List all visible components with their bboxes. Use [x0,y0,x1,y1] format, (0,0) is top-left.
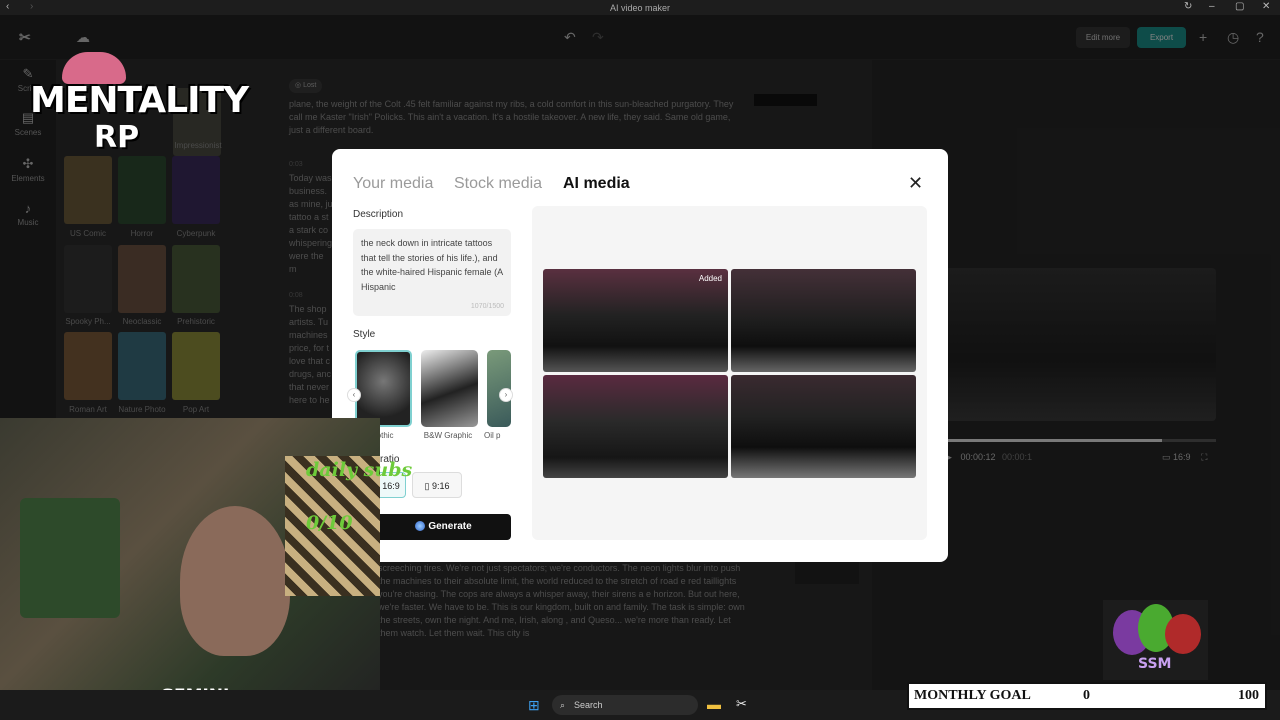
maximize-icon[interactable]: ▢ [1235,1,1244,12]
description-textarea[interactable]: the neck down in intricate tattoos that … [353,229,511,316]
ssm-logo: SSM [1103,600,1208,680]
tab-stock-media[interactable]: Stock media [454,175,542,193]
search-icon: ⌕ [560,700,566,710]
style-card-gothic[interactable] [355,350,412,427]
goal-label: MONTHLY GOAL [914,688,1031,703]
char-count: 1070/1500 [470,303,504,310]
file-explorer-icon[interactable]: ▬ [707,696,721,712]
streamer-head [180,506,290,656]
style-next-icon[interactable]: › [499,388,513,402]
goal-current: 0 [1083,688,1090,703]
style-card-label: B&W Graphic [423,431,473,440]
windows-start-icon[interactable]: ⊞ [528,697,540,714]
description-label: Description [353,209,404,220]
style-label: Style [353,329,376,340]
pc-case [20,498,120,618]
description-text: the neck down in intricate tattoos that … [361,238,503,292]
style-card-bw-graphic[interactable] [421,350,478,427]
taskbar-search[interactable]: ⌕ Search [552,695,698,715]
generate-orb-icon [415,521,426,532]
style-card-label: Oil p [484,431,501,440]
rp-logo: RP [94,120,140,155]
tab-ai-media[interactable]: AI media [563,175,630,193]
monthly-goal-bar: MONTHLY GOAL 0 100 [907,682,1267,710]
style-prev-icon[interactable]: ‹ [347,388,361,402]
close-icon[interactable]: ✕ [908,173,923,194]
ratio-9-16-button[interactable]: ▯ 9:16 [412,472,462,498]
added-badge: Added [698,274,722,283]
generated-image[interactable] [731,269,916,372]
goal-target: 100 [1238,688,1259,703]
minimize-icon[interactable]: – [1209,1,1215,12]
generated-image[interactable]: Added [543,269,728,372]
refresh-icon[interactable]: ↻ [1184,1,1192,12]
portrait-icon: ▯ [424,481,430,491]
daily-subs-label: daily subs [306,459,413,481]
devil-icon [1165,614,1201,654]
generate-button[interactable]: Generate [376,514,511,540]
generated-image[interactable] [543,375,728,478]
media-dialog: Your media Stock media AI media ✕ Descri… [332,149,948,562]
brain-icon [62,52,126,84]
results-area: Added [532,206,927,540]
mentality-logo: MENTALITY [30,80,249,121]
close-window-icon[interactable]: ✕ [1262,1,1270,12]
capcut-taskbar-icon[interactable]: ✂ [736,696,747,712]
generated-image[interactable] [731,375,916,478]
tab-your-media[interactable]: Your media [353,175,433,193]
window-titlebar: ‹ › AI video maker ↻ – ▢ ✕ [0,0,1280,15]
daily-subs-value: 0/10 [306,512,353,534]
window-title: AI video maker [609,2,671,13]
